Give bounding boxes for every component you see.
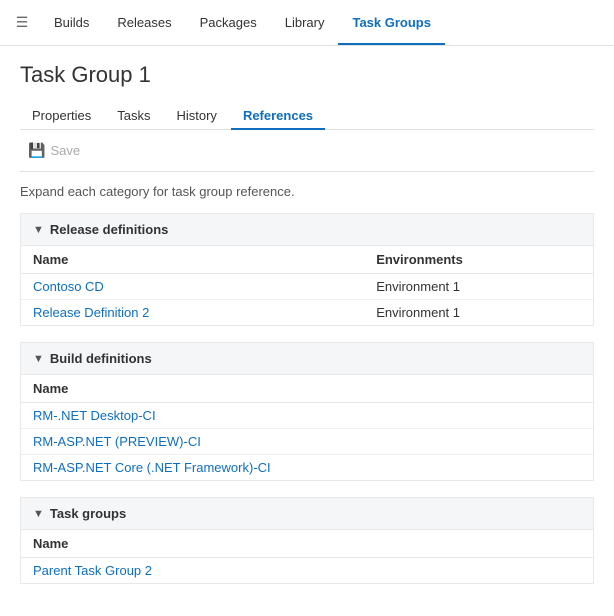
save-label: Save xyxy=(50,143,80,158)
list-item[interactable]: Parent Task Group 2 xyxy=(21,558,593,583)
section-release-definitions: ▼ Release definitions Name Environments … xyxy=(20,213,594,326)
section-header-task-groups[interactable]: ▼ Task groups xyxy=(21,498,593,530)
sub-tabs: Properties Tasks History References xyxy=(20,102,594,130)
table-row: Release Definition 2 Environment 1 xyxy=(21,300,593,326)
table-row: Contoso CD Environment 1 xyxy=(21,274,593,300)
section-task-groups: ▼ Task groups Name Parent Task Group 2 xyxy=(20,497,594,584)
chevron-taskgroups-icon: ▼ xyxy=(33,508,44,520)
tab-references[interactable]: References xyxy=(231,102,325,129)
nav-item-library[interactable]: Library xyxy=(271,0,339,45)
release-def-2-env: Environment 1 xyxy=(364,300,593,326)
section-label-build-definitions: Build definitions xyxy=(50,351,152,366)
top-nav: ☰ Builds Releases Packages Library Task … xyxy=(0,0,614,46)
build-def-col-header-name: Name xyxy=(21,375,593,403)
build-definitions-list: RM-.NET Desktop-CI RM-ASP.NET (PREVIEW)-… xyxy=(21,403,593,480)
tab-tasks[interactable]: Tasks xyxy=(105,102,162,129)
release-def-contoso-env: Environment 1 xyxy=(364,274,593,300)
toolbar: 💾 Save xyxy=(20,130,594,172)
section-label-task-groups: Task groups xyxy=(50,506,126,521)
save-button[interactable]: 💾 Save xyxy=(20,138,88,163)
page-title: Task Group 1 xyxy=(20,62,594,88)
task-groups-list: Parent Task Group 2 xyxy=(21,558,593,583)
nav-item-packages[interactable]: Packages xyxy=(186,0,271,45)
release-def-2[interactable]: Release Definition 2 xyxy=(21,300,364,326)
description-text: Expand each category for task group refe… xyxy=(20,184,594,199)
tab-history[interactable]: History xyxy=(164,102,228,129)
chevron-release-icon: ▼ xyxy=(33,224,44,236)
task-groups-col-header-name: Name xyxy=(21,530,593,558)
release-def-contoso[interactable]: Contoso CD xyxy=(21,274,364,300)
list-item[interactable]: RM-ASP.NET Core (.NET Framework)-CI xyxy=(21,455,593,480)
main-content: Task Group 1 Properties Tasks History Re… xyxy=(0,46,614,616)
col-header-name-release: Name xyxy=(21,246,364,274)
section-build-definitions: ▼ Build definitions Name RM-.NET Desktop… xyxy=(20,342,594,481)
chevron-build-icon: ▼ xyxy=(33,353,44,365)
nav-item-releases[interactable]: Releases xyxy=(103,0,185,45)
section-label-release-definitions: Release definitions xyxy=(50,222,168,237)
section-header-build-definitions[interactable]: ▼ Build definitions xyxy=(21,343,593,375)
table-header-row: Name Environments xyxy=(21,246,593,274)
tab-properties[interactable]: Properties xyxy=(20,102,103,129)
nav-item-builds[interactable]: Builds xyxy=(40,0,103,45)
nav-toggle[interactable]: ☰ xyxy=(10,11,34,35)
nav-items: Builds Releases Packages Library Task Gr… xyxy=(40,0,445,45)
list-item[interactable]: RM-.NET Desktop-CI xyxy=(21,403,593,429)
release-definitions-table: Name Environments Contoso CD Environment… xyxy=(21,246,593,325)
save-icon: 💾 xyxy=(28,142,45,159)
nav-item-taskgroups[interactable]: Task Groups xyxy=(338,0,445,45)
col-header-env-release: Environments xyxy=(364,246,593,274)
list-item[interactable]: RM-ASP.NET (PREVIEW)-CI xyxy=(21,429,593,455)
section-header-release-definitions[interactable]: ▼ Release definitions xyxy=(21,214,593,246)
